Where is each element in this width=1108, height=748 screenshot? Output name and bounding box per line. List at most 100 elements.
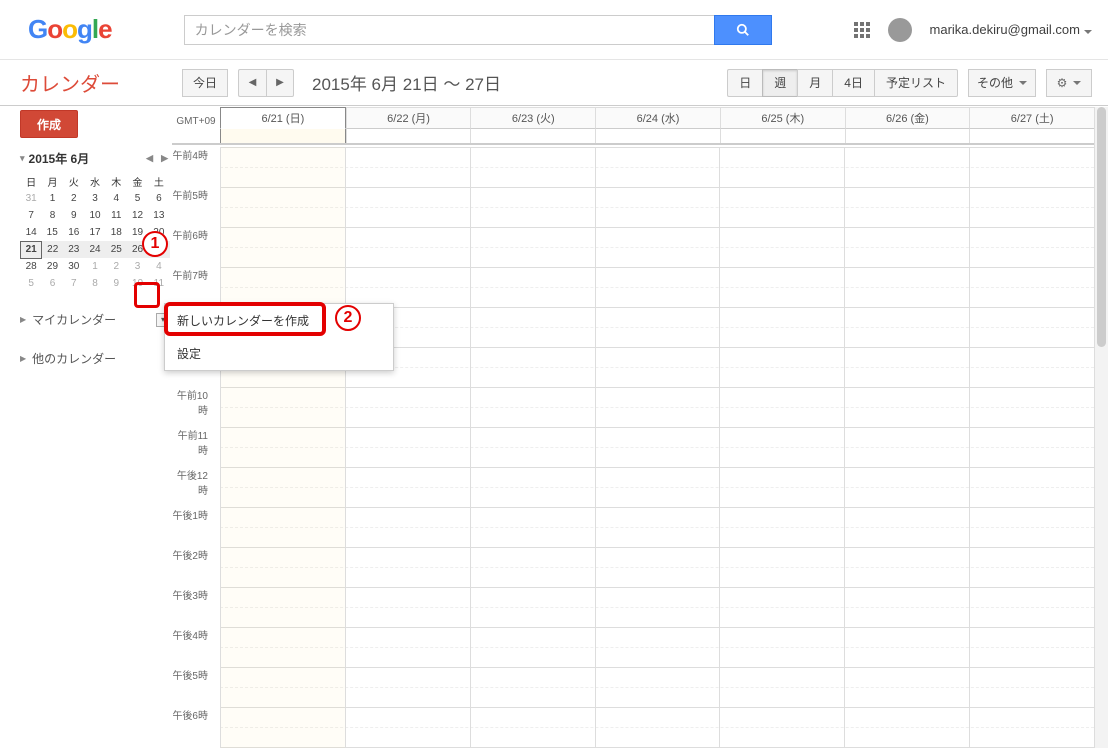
day-column[interactable] <box>470 147 595 748</box>
mini-next[interactable]: ▶ <box>159 153 170 164</box>
day-column[interactable] <box>719 147 844 748</box>
view-4days[interactable]: 4日 <box>832 69 874 97</box>
mini-day[interactable]: 21 <box>21 241 42 258</box>
mini-day[interactable]: 5 <box>21 275 42 292</box>
mini-day[interactable]: 8 <box>42 207 63 224</box>
allday-cell[interactable] <box>220 129 346 143</box>
day-header[interactable]: 6/27 (土) <box>969 107 1094 129</box>
allday-cell[interactable] <box>720 129 845 143</box>
mini-day[interactable]: 20 <box>148 224 169 241</box>
scrollbar-thumb[interactable] <box>1097 107 1106 347</box>
mini-day[interactable]: 27 <box>148 241 169 258</box>
header-right: marika.dekiru@gmail.com <box>854 18 1092 42</box>
mini-weekday: 木 <box>106 173 127 190</box>
scrollbar[interactable] <box>1094 107 1108 748</box>
mini-day[interactable]: 7 <box>21 207 42 224</box>
today-button[interactable]: 今日 <box>182 69 228 97</box>
day-column[interactable] <box>969 147 1094 748</box>
mini-day[interactable]: 1 <box>84 258 105 275</box>
allday-cell[interactable] <box>470 129 595 143</box>
mini-day[interactable]: 17 <box>84 224 105 241</box>
mini-day[interactable]: 28 <box>21 258 42 275</box>
mini-day[interactable]: 3 <box>127 258 148 275</box>
allday-cell[interactable] <box>346 129 471 143</box>
day-header[interactable]: 6/22 (月) <box>346 107 471 129</box>
global-header: Google marika.dekiru@gmail.com <box>0 0 1108 60</box>
search-input[interactable] <box>184 15 714 45</box>
day-header[interactable]: 6/21 (日) <box>220 107 346 129</box>
day-header[interactable]: 6/26 (金) <box>845 107 970 129</box>
mini-day[interactable]: 6 <box>42 275 63 292</box>
grid-body[interactable]: 午前4時午前5時午前6時午前7時午前8時午前9時午前10時午前11時午後12時午… <box>172 147 1094 748</box>
allday-cell[interactable] <box>845 129 970 143</box>
mini-day[interactable]: 2 <box>63 190 84 207</box>
mini-day[interactable]: 9 <box>106 275 127 292</box>
view-week[interactable]: 週 <box>762 69 797 97</box>
day-column[interactable] <box>595 147 720 748</box>
time-label: 午前10時 <box>172 387 214 427</box>
mini-day[interactable]: 11 <box>106 207 127 224</box>
day-column[interactable] <box>220 147 345 748</box>
mini-day[interactable]: 7 <box>63 275 84 292</box>
mini-day[interactable]: 19 <box>127 224 148 241</box>
create-button[interactable]: 作成 <box>20 110 78 138</box>
mini-day[interactable]: 31 <box>21 190 42 207</box>
user-email[interactable]: marika.dekiru@gmail.com <box>930 22 1092 37</box>
toolbar: カレンダー 今日 ◀ ▶ 2015年 6月 21日 ～ 27日 日 週 月 4日… <box>0 60 1108 106</box>
mini-day[interactable]: 15 <box>42 224 63 241</box>
google-logo[interactable]: Google <box>28 14 112 45</box>
mini-day[interactable]: 29 <box>42 258 63 275</box>
mini-day[interactable]: 23 <box>63 241 84 258</box>
search-button[interactable] <box>714 15 772 45</box>
prev-button[interactable]: ◀ <box>238 69 266 97</box>
mini-weekday: 月 <box>42 173 63 190</box>
allday-cell[interactable] <box>969 129 1094 143</box>
menu-settings[interactable]: 設定 <box>165 337 393 370</box>
settings-button[interactable]: ⚙ <box>1046 69 1092 97</box>
mini-day[interactable]: 2 <box>106 258 127 275</box>
mini-prev[interactable]: ◀ <box>144 153 155 164</box>
view-agenda[interactable]: 予定リスト <box>874 69 958 97</box>
mini-day[interactable]: 16 <box>63 224 84 241</box>
mini-day[interactable]: 24 <box>84 241 105 258</box>
mini-day[interactable]: 25 <box>106 241 127 258</box>
mini-day[interactable]: 13 <box>148 207 169 224</box>
mini-weekday: 金 <box>127 173 148 190</box>
mini-day[interactable]: 1 <box>42 190 63 207</box>
mini-day[interactable]: 18 <box>106 224 127 241</box>
mini-day[interactable]: 6 <box>148 190 169 207</box>
mini-day[interactable]: 10 <box>84 207 105 224</box>
day-column[interactable] <box>345 147 470 748</box>
view-day[interactable]: 日 <box>727 69 762 97</box>
mini-day[interactable]: 5 <box>127 190 148 207</box>
more-button[interactable]: その他 <box>968 69 1036 97</box>
my-calendars-label: マイカレンダー <box>32 311 116 328</box>
view-month[interactable]: 月 <box>797 69 832 97</box>
caret-down-icon <box>1073 81 1081 85</box>
mini-day[interactable]: 11 <box>148 275 169 292</box>
app-title: カレンダー <box>20 68 120 97</box>
mini-day[interactable]: 14 <box>21 224 42 241</box>
next-button[interactable]: ▶ <box>266 69 294 97</box>
my-calendars-header[interactable]: ▶ マイカレンダー ▾ <box>20 308 170 331</box>
day-header[interactable]: 6/23 (火) <box>470 107 595 129</box>
mini-day[interactable]: 4 <box>148 258 169 275</box>
mini-day[interactable]: 22 <box>42 241 63 258</box>
mini-calendar: 日月火水木金土 31123456789101112131415161718192… <box>20 173 170 292</box>
mini-day[interactable]: 26 <box>127 241 148 258</box>
day-column[interactable] <box>844 147 969 748</box>
day-header[interactable]: 6/25 (木) <box>720 107 845 129</box>
mini-day[interactable]: 10 <box>127 275 148 292</box>
mini-day[interactable]: 4 <box>106 190 127 207</box>
mini-day[interactable]: 3 <box>84 190 105 207</box>
mini-day[interactable]: 12 <box>127 207 148 224</box>
apps-icon[interactable] <box>854 22 870 38</box>
menu-new-calendar[interactable]: 新しいカレンダーを作成 <box>165 304 393 337</box>
mini-day[interactable]: 9 <box>63 207 84 224</box>
mini-day[interactable]: 8 <box>84 275 105 292</box>
day-header[interactable]: 6/24 (水) <box>595 107 720 129</box>
avatar[interactable] <box>888 18 912 42</box>
mini-day[interactable]: 30 <box>63 258 84 275</box>
other-calendars-header[interactable]: ▶ 他のカレンダー <box>20 347 170 370</box>
allday-cell[interactable] <box>595 129 720 143</box>
